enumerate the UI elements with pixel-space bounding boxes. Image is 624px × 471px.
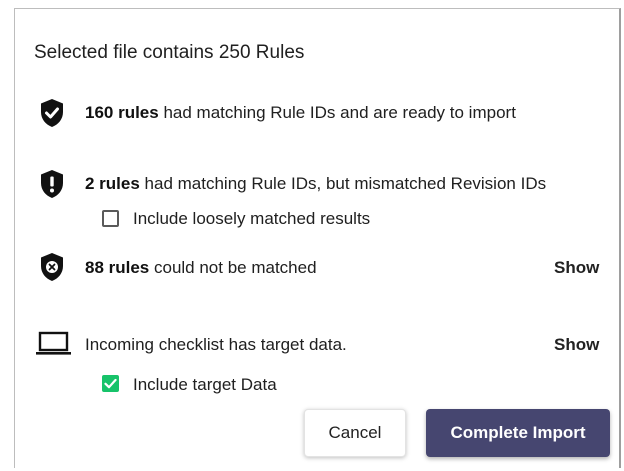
loosely-matched-label[interactable]: Include loosely matched results — [133, 209, 370, 229]
shield-exclamation-icon — [39, 169, 65, 199]
loosely-matched-checkbox[interactable] — [102, 210, 119, 227]
mismatched-rules-description: had matching Rule IDs, but mismatched Re… — [139, 174, 547, 193]
cancel-button[interactable]: Cancel — [304, 409, 406, 457]
unmatched-rules-description: could not be matched — [149, 258, 317, 277]
complete-import-button[interactable]: Complete Import — [426, 409, 610, 457]
show-target-button[interactable]: Show — [554, 335, 599, 355]
include-target-label[interactable]: Include target Data — [133, 375, 277, 395]
import-dialog — [14, 8, 621, 468]
laptop-icon — [35, 331, 73, 357]
unmatched-rules-text: 88 rules could not be matched — [85, 258, 317, 278]
show-unmatched-button[interactable]: Show — [554, 258, 599, 278]
dialog-title: Selected file contains 250 Rules — [34, 42, 305, 63]
matched-rules-description: had matching Rule IDs and are ready to i… — [158, 103, 516, 122]
shield-x-icon — [39, 252, 65, 282]
mismatched-rules-text: 2 rules had matching Rule IDs, but misma… — [85, 174, 546, 194]
unmatched-rules-count: 88 rules — [85, 258, 150, 277]
matched-rules-count: 160 rules — [85, 103, 159, 122]
shield-check-icon — [39, 98, 65, 128]
matched-rules-text: 160 rules had matching Rule IDs and are … — [85, 103, 516, 123]
mismatched-rules-count: 2 rules — [85, 174, 140, 193]
include-target-checkbox[interactable] — [102, 375, 119, 392]
target-data-text: Incoming checklist has target data. — [85, 335, 347, 354]
